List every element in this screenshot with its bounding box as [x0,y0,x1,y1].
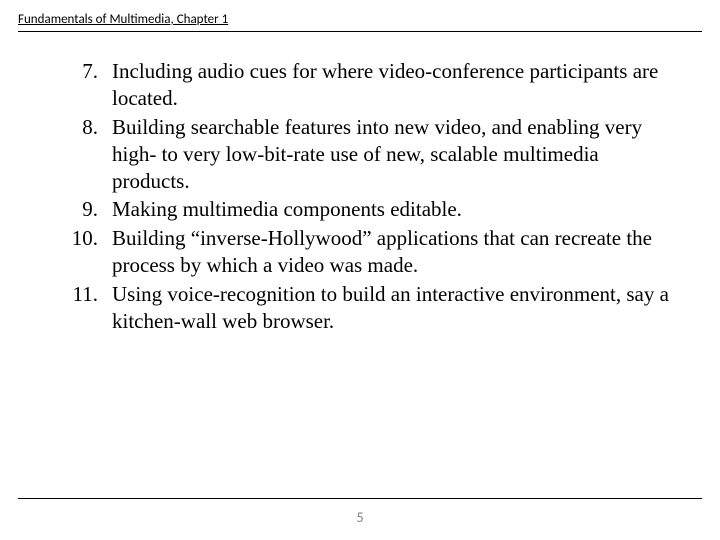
list-number: 11. [50,281,112,308]
list-text: Building “inverse-Hollywood” application… [112,225,670,279]
slide-footer: 5 [0,498,720,526]
list-text: Making multimedia components editable. [112,196,670,223]
list-number: 9. [50,196,112,223]
list-text: Building searchable features into new vi… [112,114,670,195]
numbered-list: 7. Including audio cues for where video-… [50,58,670,335]
list-text: Using voice-recognition to build an inte… [112,281,670,335]
list-item: 8. Building searchable features into new… [50,114,670,195]
list-item: 7. Including audio cues for where video-… [50,58,670,112]
list-number: 7. [50,58,112,85]
list-item: 9. Making multimedia components editable… [50,196,670,223]
header-rule [18,31,702,32]
slide-content: 7. Including audio cues for where video-… [0,38,720,335]
header-title: Fundamentals of Multimedia, Chapter 1 [18,12,702,27]
footer-rule [18,498,702,499]
list-item: 10. Building “inverse-Hollywood” applica… [50,225,670,279]
list-number: 10. [50,225,112,252]
list-item: 11. Using voice-recognition to build an … [50,281,670,335]
slide-header: Fundamentals of Multimedia, Chapter 1 [0,0,720,38]
list-number: 8. [50,114,112,141]
list-text: Including audio cues for where video-con… [112,58,670,112]
page-number: 5 [0,509,720,526]
